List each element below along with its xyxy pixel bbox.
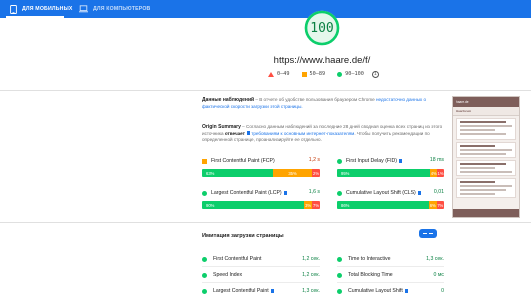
metric-fid-label: First Input Delay (FID) — [346, 158, 398, 164]
row-separator — [337, 266, 444, 267]
lab-metric-tbt-value: 0 мс — [433, 272, 445, 278]
distribution-segment-good: 90% — [202, 201, 305, 209]
lab-metric-lcp-label: Largest Contentful Paint — [213, 288, 269, 294]
lab-metric-tti-value: 1,3 сек. — [426, 256, 444, 262]
thumbnail-title: Haarforum — [453, 107, 519, 116]
circle-icon — [202, 288, 207, 294]
lab-metric-fcp: First Contentful Paint — [202, 254, 261, 264]
legend-good: 90–100 — [337, 71, 364, 77]
circle-icon — [337, 71, 343, 77]
distribution-segment-average: 3% — [304, 201, 313, 209]
metric-fid-value: 18 ms — [429, 157, 444, 163]
metric-lcp-distribution: 90% 3% 7% — [202, 201, 320, 209]
lab-metric-speed-index-label: Speed Index — [213, 272, 243, 278]
thumbnail-block — [456, 178, 516, 198]
thumbnail-block — [456, 142, 516, 158]
thumbnail-footer — [453, 209, 519, 217]
lab-metric-cls-value: 0 — [441, 288, 444, 294]
metric-fid-distribution: 95% 4% 1% — [337, 169, 444, 177]
metric-cls-value: 0,01 — [433, 189, 444, 195]
legend-poor-label: 0–49 — [277, 71, 290, 77]
lab-metric-speed-index: Speed Index — [202, 270, 242, 280]
field-data-heading: Данные наблюдений — [202, 97, 255, 103]
laptop-icon — [79, 5, 88, 13]
distribution-segment-good: 86% — [337, 201, 430, 209]
circle-icon — [202, 190, 207, 196]
device-tab-bar: ДЛЯ МОБИЛЬНЫХ ДЛЯ КОМПЬЮТЕРОВ — [0, 0, 531, 18]
distribution-segment-good: 95% — [337, 169, 431, 177]
distribution-segment-average: 35% — [272, 169, 313, 177]
analyzed-url: https://www.haare.de/f/ — [273, 55, 371, 66]
legend-good-label: 90–100 — [345, 71, 364, 77]
origin-summary-section: Origin Summary – Согласно данным наблюде… — [202, 124, 450, 144]
view-toggle-button[interactable] — [419, 229, 437, 238]
thumbnail-block — [456, 118, 516, 140]
info-icon[interactable]: i — [371, 70, 379, 78]
metric-lcp-label: Largest Contentful Paint (LCP) — [211, 190, 282, 196]
performance-score: 100 — [310, 20, 334, 36]
distribution-segment-average: 4% — [430, 169, 438, 177]
lab-data-heading: Имитация загрузки страницы — [202, 233, 284, 239]
legend-poor: 0–49 — [268, 71, 290, 77]
lab-metric-tti: Time to Interactive — [337, 254, 390, 264]
metric-fcp-distribution: 63% 35% 2% — [202, 169, 320, 177]
lab-metric-tti-label: Time to Interactive — [348, 256, 391, 262]
circle-icon — [337, 272, 342, 278]
smartphone-icon — [10, 4, 17, 14]
lab-metric-tbt-label: Total Blocking Time — [348, 272, 393, 278]
row-separator — [202, 266, 320, 267]
active-tab-indicator — [6, 16, 64, 18]
circle-icon — [202, 256, 207, 262]
core-web-vitals-link[interactable]: требованиям к основным интернет-показате… — [250, 131, 354, 136]
metric-fcp-value: 1,2 s — [308, 157, 320, 163]
circle-icon — [337, 190, 342, 196]
circle-icon — [337, 288, 342, 294]
thumbnail-block — [456, 160, 516, 176]
origin-summary-status: отвечает — [224, 130, 245, 136]
thumbnail-header: haare.de — [453, 97, 519, 107]
lab-metric-speed-index-value: 1,2 сек. — [302, 272, 320, 278]
metric-cls-distribution: 86% 6% 7% — [337, 201, 444, 209]
score-legend: 0–49 50–89 90–100 i — [268, 69, 379, 79]
square-icon — [301, 71, 307, 77]
distribution-segment-poor: 2% — [312, 169, 320, 177]
metric-lcp-value: 1,6 s — [308, 189, 320, 195]
tab-desktop[interactable]: ДЛЯ КОМПЬЮТЕРОВ — [79, 0, 151, 18]
row-separator — [337, 282, 444, 283]
tab-mobile-label: ДЛЯ МОБИЛЬНЫХ — [22, 6, 73, 12]
distribution-segment-good: 63% — [202, 169, 273, 177]
distribution-segment-poor: 1% — [437, 169, 444, 177]
field-data-section: Данные наблюдений – В отчете об удобстве… — [202, 97, 450, 110]
section-divider — [0, 222, 531, 223]
distribution-segment-average: 6% — [429, 201, 437, 209]
metric-fcp-label: First Contentful Paint (FCP) — [211, 158, 275, 164]
square-icon — [202, 158, 207, 164]
page-screenshot-thumbnail: haare.de Haarforum — [452, 96, 520, 218]
tab-desktop-label: ДЛЯ КОМПЬЮТЕРОВ — [93, 6, 151, 12]
lab-metric-tbt: Total Blocking Time — [337, 270, 393, 280]
list-icon — [423, 233, 427, 234]
circle-icon — [337, 158, 342, 164]
legend-average: 50–89 — [301, 71, 326, 77]
legend-average-label: 50–89 — [309, 71, 326, 77]
distribution-segment-poor: 7% — [312, 201, 320, 209]
lab-metric-fcp-label: First Contentful Paint — [213, 256, 262, 262]
circle-icon — [337, 256, 342, 262]
distribution-segment-poor: 7% — [436, 201, 444, 209]
origin-summary-heading: Origin Summary — [202, 124, 241, 130]
row-separator — [202, 282, 320, 283]
circle-icon — [202, 272, 207, 278]
lab-metric-lcp-value: 1,3 сек. — [302, 288, 320, 294]
field-data-intro: – В отчете об удобстве пользования брауз… — [254, 97, 377, 102]
lab-metric-fcp-value: 1,2 сек. — [302, 256, 320, 262]
triangle-icon — [268, 71, 274, 77]
lab-metric-lcp: Largest Contentful Paint — [202, 286, 274, 296]
section-divider — [0, 90, 531, 91]
